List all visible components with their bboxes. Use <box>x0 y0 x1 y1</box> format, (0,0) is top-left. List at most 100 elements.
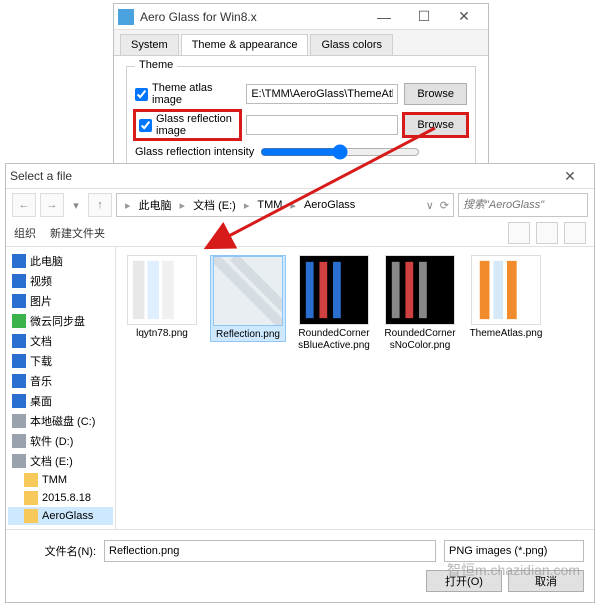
file-toolbar: 组织 新建文件夹 <box>6 221 594 246</box>
tree-item-label: 桌面 <box>30 393 52 409</box>
tree-item[interactable]: 视频 <box>8 271 113 291</box>
settings-tabs: System Theme & appearance Glass colors <box>114 30 488 56</box>
file-name: Reflection.png <box>211 329 285 341</box>
file-thumbnail <box>471 255 541 325</box>
crumb-e[interactable]: 文档 (E:) <box>189 197 240 213</box>
intensity-slider[interactable] <box>260 144 420 160</box>
doc-icon <box>12 334 26 348</box>
drive-icon <box>12 414 26 428</box>
crumb-aeroglass[interactable]: AeroGlass <box>300 199 359 211</box>
crumb-sep: ▸ <box>121 199 135 212</box>
settings-pane: Theme Theme atlas image Browse Glass ref… <box>114 56 488 180</box>
search-input[interactable] <box>458 193 588 217</box>
cloud-icon <box>12 314 26 328</box>
img-icon <box>12 294 26 308</box>
tree-item[interactable]: TMM <box>8 471 113 489</box>
tree-item[interactable]: 软件 (D:) <box>8 431 113 451</box>
address-chevron-icon[interactable]: ∨ <box>426 199 434 212</box>
vid-icon <box>12 274 26 288</box>
cancel-button[interactable]: 取消 <box>508 570 584 592</box>
crumb-sep: ▸ <box>240 199 254 212</box>
desk-icon <box>12 394 26 408</box>
file-footer-buttons: 打开(O) 取消 <box>6 570 594 602</box>
open-button[interactable]: 打开(O) <box>426 570 502 592</box>
drive-icon <box>12 434 26 448</box>
file-name: RoundedCornersBlueActive.png <box>296 328 372 351</box>
nav-up-button[interactable]: ↑ <box>88 193 112 217</box>
reflection-browse-button[interactable]: Browse <box>404 114 467 136</box>
settings-title: Aero Glass for Win8.x <box>140 10 364 24</box>
file-item[interactable]: RoundedCornersNoColor.png <box>382 255 458 351</box>
file-thumbnail <box>127 255 197 325</box>
tree-item-label: 下载 <box>30 353 52 369</box>
preview-button[interactable] <box>536 222 558 244</box>
address-refresh-icon[interactable]: ⟳ <box>440 199 449 212</box>
tree-item[interactable]: 图片 <box>8 291 113 311</box>
file-close-button[interactable]: ✕ <box>550 166 590 186</box>
file-navbar: ← → ▾ ↑ ▸ 此电脑 ▸ 文档 (E:) ▸ TMM ▸ AeroGlas… <box>6 189 594 220</box>
pc-icon <box>12 254 26 268</box>
dl-icon <box>12 354 26 368</box>
tree-item[interactable]: 音乐 <box>8 371 113 391</box>
music-icon <box>12 374 26 388</box>
atlas-input[interactable] <box>246 84 398 104</box>
atlas-checkbox[interactable] <box>135 88 148 101</box>
settings-window: Aero Glass for Win8.x — ☐ ✕ System Theme… <box>113 3 489 181</box>
filter-select[interactable] <box>444 540 584 562</box>
file-thumbnail <box>299 255 369 325</box>
theme-fieldset: Theme Theme atlas image Browse Glass ref… <box>126 66 476 174</box>
filename-label: 文件名(N): <box>16 543 96 559</box>
file-dialog: Select a file ✕ ← → ▾ ↑ ▸ 此电脑 ▸ 文档 (E:) … <box>5 163 595 603</box>
address-bar[interactable]: ▸ 此电脑 ▸ 文档 (E:) ▸ TMM ▸ AeroGlass ∨ ⟳ <box>116 193 454 217</box>
tree-item[interactable]: 桌面 <box>8 391 113 411</box>
maximize-button[interactable]: ☐ <box>404 7 444 27</box>
file-footer: 文件名(N): <box>6 529 594 570</box>
tree-item-label: 文档 <box>30 333 52 349</box>
tree-item[interactable]: 此电脑 <box>8 251 113 271</box>
tree-item-label: 此电脑 <box>30 253 63 269</box>
organize-button[interactable]: 组织 <box>14 225 36 241</box>
tree-item[interactable]: 微云同步盘 <box>8 311 113 331</box>
tree-item[interactable]: 2015.8.18 <box>8 489 113 507</box>
tab-glass-colors[interactable]: Glass colors <box>310 34 393 55</box>
nav-history-button[interactable]: ▾ <box>68 193 84 217</box>
folder-icon <box>24 473 38 487</box>
help-button[interactable] <box>564 222 586 244</box>
minimize-button[interactable]: — <box>364 7 404 27</box>
atlas-label-text: Theme atlas image <box>152 82 240 106</box>
atlas-checkbox-label[interactable]: Theme atlas image <box>135 82 240 106</box>
tree-item[interactable]: 本地磁盘 (C:) <box>8 411 113 431</box>
file-item[interactable]: lqytn78.png <box>124 255 200 340</box>
new-folder-button[interactable]: 新建文件夹 <box>50 225 105 241</box>
tree-item-label: 软件 (D:) <box>30 433 73 449</box>
view-button[interactable] <box>508 222 530 244</box>
tree-item[interactable]: 下载 <box>8 351 113 371</box>
reflection-input[interactable] <box>246 115 398 135</box>
filename-input[interactable] <box>104 540 436 562</box>
folder-tree[interactable]: 此电脑视频图片微云同步盘文档下载音乐桌面本地磁盘 (C:) 软件 (D:) 文档 (… <box>6 247 116 529</box>
tab-system[interactable]: System <box>120 34 179 55</box>
tree-item-label: 文档 (E:) <box>30 453 73 469</box>
tree-item[interactable]: 文档 <box>8 331 113 351</box>
file-dialog-titlebar: Select a file ✕ <box>6 164 594 189</box>
reflection-checkbox[interactable] <box>139 119 152 132</box>
folder-icon <box>24 509 38 523</box>
atlas-browse-button[interactable]: Browse <box>404 83 467 105</box>
close-button[interactable]: ✕ <box>444 7 484 27</box>
file-grid[interactable]: lqytn78.png Reflection.png RoundedCornersB… <box>116 247 594 529</box>
file-item[interactable]: ThemeAtlas.png <box>468 255 544 340</box>
tree-item-label: AeroGlass <box>42 510 93 522</box>
reflection-checkbox-label[interactable]: Glass reflection image <box>135 111 240 139</box>
folder-icon <box>24 491 38 505</box>
nav-forward-button[interactable]: → <box>40 193 64 217</box>
file-item[interactable]: RoundedCornersBlueActive.png <box>296 255 372 351</box>
tree-item[interactable]: 文档 (E:) <box>8 451 113 471</box>
crumb-tmm[interactable]: TMM <box>253 199 286 211</box>
crumb-pc[interactable]: 此电脑 <box>135 197 176 213</box>
tree-item[interactable]: AeroGlass <box>8 507 113 525</box>
nav-back-button[interactable]: ← <box>12 193 36 217</box>
tab-theme-appearance[interactable]: Theme & appearance <box>181 34 309 55</box>
intensity-label: Glass reflection intensity <box>135 146 254 158</box>
file-item[interactable]: Reflection.png <box>210 255 286 342</box>
file-thumbnail <box>385 255 455 325</box>
